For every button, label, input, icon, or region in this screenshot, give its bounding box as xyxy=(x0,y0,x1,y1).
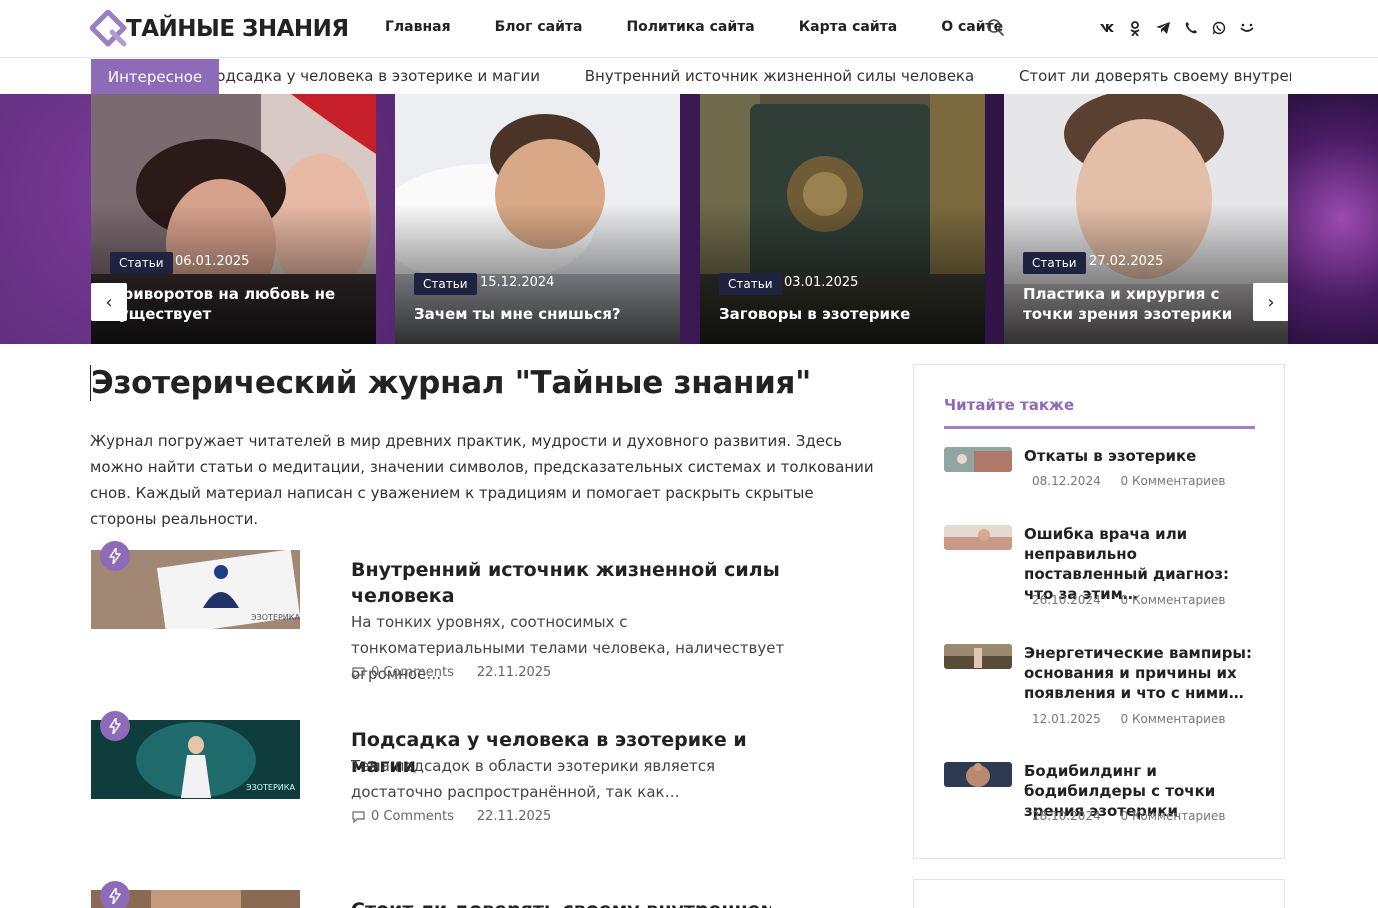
related-title[interactable]: Ошибка врача или неправильно поставленны… xyxy=(1024,524,1256,604)
lightning-icon xyxy=(100,541,130,571)
comment-icon xyxy=(351,810,366,824)
post-comments[interactable]: 0 Comments xyxy=(371,665,454,680)
sidebar-widget xyxy=(913,879,1285,908)
viber-icon[interactable] xyxy=(1182,19,1200,37)
related-item: Откаты в эзотерике 08.12.2024 0 Коммента… xyxy=(944,447,1256,497)
related-thumbnail[interactable] xyxy=(944,644,1012,669)
telegram-icon[interactable] xyxy=(1154,19,1172,37)
slide-card[interactable]: Статьи 15.12.2024 Зачем ты мне снишься? xyxy=(395,94,680,344)
intro-text: Журнал погружает читателей в мир древних… xyxy=(90,432,874,528)
ticker-item[interactable]: Внутренний источник жизненной силы челов… xyxy=(585,67,974,85)
post-item: Стоит ли доверять своему внутреннему xyxy=(90,881,790,908)
slider-prev-button[interactable]: ‹ xyxy=(91,283,127,321)
whatsapp-icon[interactable] xyxy=(1210,19,1228,37)
news-ticker: Интересное Подсадка у человека в эзотери… xyxy=(0,59,1378,94)
search-icon[interactable] xyxy=(986,18,1006,38)
related-thumbnail[interactable] xyxy=(944,525,1012,550)
slide-card[interactable]: Статьи 03.01.2025 Заговоры в эзотерике xyxy=(700,94,985,344)
slide-title[interactable]: Заговоры в эзотерике xyxy=(719,304,969,324)
slide-date: 27.02.2025 xyxy=(1089,254,1164,269)
thumb-caption: ЭЗОТЕРИКА xyxy=(251,613,300,622)
related-date: 08.12.2024 xyxy=(1032,474,1101,488)
slide-date: 06.01.2025 xyxy=(175,254,250,269)
slide-category[interactable]: Статьи xyxy=(110,252,173,274)
related-item: Энергетические вампиры: основания и прич… xyxy=(944,644,1256,734)
logo-icon xyxy=(89,9,130,48)
sidebar-divider xyxy=(944,426,1255,429)
post-date: 22.11.2025 xyxy=(476,665,552,680)
nav-item-blog[interactable]: Блог сайта xyxy=(495,19,583,35)
related-comments[interactable]: 0 Комментариев xyxy=(1121,593,1226,607)
related-item: Ошибка врача или неправильно поставленны… xyxy=(944,525,1256,615)
nav-item-sitemap[interactable]: Карта сайта xyxy=(799,19,897,35)
social-links xyxy=(1098,19,1266,37)
sidebar-related: Читайте также Откаты в эзотерике 08.12.2… xyxy=(913,364,1285,859)
post-comments[interactable]: 0 Comments xyxy=(371,809,454,824)
odnoklassniki-icon[interactable] xyxy=(1126,19,1144,37)
related-comments[interactable]: 0 Комментариев xyxy=(1121,712,1226,726)
slide-title[interactable]: Пластика и хирургия с точки зрения эзоте… xyxy=(1023,284,1273,324)
page-title: Эзотерический журнал "Тайные знания" xyxy=(90,365,811,401)
related-meta: 08.12.2024 0 Комментариев xyxy=(1032,474,1225,488)
moimir-icon[interactable] xyxy=(1238,19,1256,37)
post-title[interactable]: Внутренний источник жизненной силы челов… xyxy=(351,557,781,609)
post-meta: 0 Comments 22.11.2025 xyxy=(351,809,551,824)
slide-title[interactable]: Зачем ты мне снишься? xyxy=(414,304,664,324)
ticker-label: Интересное xyxy=(91,59,219,94)
post-item: ЭЗОТЕРИКА Внутренний источник жизненной … xyxy=(90,541,790,683)
lightning-icon xyxy=(100,711,130,741)
site-header: ТАЙНЫЕ ЗНАНИЯ Главная Блог сайта Политик… xyxy=(0,0,1378,58)
nav-item-policy[interactable]: Политика сайта xyxy=(626,19,754,35)
ticker-track: Подсадка у человека в эзотерике и магии … xyxy=(219,59,1291,94)
site-logo[interactable]: ТАЙНЫЕ ЗНАНИЯ xyxy=(89,9,349,48)
main-nav: Главная Блог сайта Политика сайта Карта … xyxy=(385,19,1047,35)
slide-category[interactable]: Статьи xyxy=(1023,252,1086,274)
post-title[interactable]: Стоит ли доверять своему внутреннему xyxy=(351,897,771,908)
slide-card[interactable]: Статьи 27.02.2025 Пластика и хирургия с … xyxy=(1004,94,1289,344)
slide-category[interactable]: Статьи xyxy=(719,273,782,295)
related-date: 26.10.2024 xyxy=(1032,593,1101,607)
featured-slider: Статьи 06.01.2025 Приворотов на любовь н… xyxy=(0,94,1378,344)
slide-title[interactable]: Приворотов на любовь не существует xyxy=(110,284,360,324)
related-title[interactable]: Энергетические вампиры: основания и прич… xyxy=(1024,643,1256,703)
slide-card[interactable]: Статьи 06.01.2025 Приворотов на любовь н… xyxy=(91,94,376,344)
ticker-item[interactable]: Подсадка у человека в эзотерике и магии xyxy=(219,67,540,85)
post-date: 22.11.2025 xyxy=(476,809,552,824)
sidebar-heading: Читайте также xyxy=(944,396,1075,414)
slide-category[interactable]: Статьи xyxy=(414,273,477,295)
comment-icon xyxy=(351,666,366,680)
related-comments[interactable]: 0 Комментариев xyxy=(1121,474,1226,488)
ticker-item[interactable]: Стоит ли доверять своему внутреннему гол… xyxy=(1019,67,1291,85)
related-meta: 28.10.2024 0 Комментариев xyxy=(1032,809,1225,823)
post-item: ЭЗОТЕРИКА Подсадка у человека в эзотерик… xyxy=(90,711,790,830)
post-meta: 0 Comments 22.11.2025 xyxy=(351,665,551,680)
related-meta: 26.10.2024 0 Комментариев xyxy=(1032,593,1225,607)
slide-date: 15.12.2024 xyxy=(480,275,555,290)
related-thumbnail[interactable] xyxy=(944,762,1012,787)
logo-text: ТАЙНЫЕ ЗНАНИЯ xyxy=(126,16,349,42)
vk-icon[interactable] xyxy=(1098,19,1116,37)
lightning-icon xyxy=(100,881,130,908)
related-thumbnail[interactable] xyxy=(944,447,1012,472)
related-date: 28.10.2024 xyxy=(1032,809,1101,823)
related-title[interactable]: Откаты в эзотерике xyxy=(1024,446,1256,466)
related-date: 12.01.2025 xyxy=(1032,712,1101,726)
nav-item-home[interactable]: Главная xyxy=(385,19,451,35)
related-comments[interactable]: 0 Комментариев xyxy=(1121,809,1226,823)
related-item: Бодибилдинг и бодибилдеры с точки зрения… xyxy=(944,762,1256,832)
thumb-caption: ЭЗОТЕРИКА xyxy=(246,783,295,792)
slide-date: 03.01.2025 xyxy=(784,275,859,290)
related-meta: 12.01.2025 0 Комментариев xyxy=(1032,712,1225,726)
post-excerpt: Тема подсадок в области эзотерики являет… xyxy=(351,757,716,801)
slider-next-button[interactable]: › xyxy=(1253,283,1289,321)
